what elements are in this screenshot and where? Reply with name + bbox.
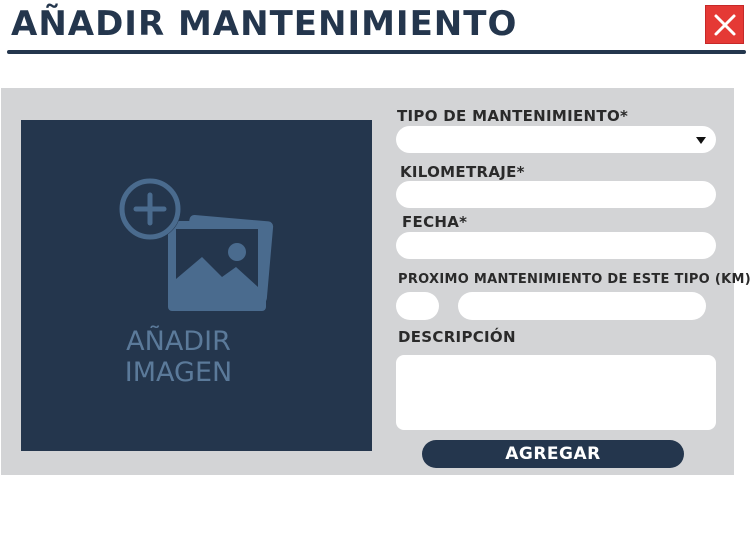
chevron-down-icon [696, 137, 706, 144]
close-icon [714, 14, 735, 35]
proximo-mantenimiento-input-a[interactable] [396, 292, 439, 320]
proximo-mantenimiento-label: PROXIMO MANTENIMIENTO DE ESTE TIPO (KM) [398, 272, 751, 287]
agregar-button[interactable]: AGREGAR [422, 440, 684, 468]
add-image-label-line1: AÑADIR [126, 326, 231, 357]
proximo-mantenimiento-input-b[interactable] [458, 292, 706, 320]
close-button[interactable] [705, 5, 744, 44]
kilometraje-label: KILOMETRAJE* [400, 163, 525, 181]
descripcion-label: DESCRIPCIÓN [398, 328, 516, 346]
add-image-icon [119, 178, 274, 311]
add-image-button[interactable]: AÑADIR IMAGEN [21, 120, 372, 451]
descripcion-textarea[interactable] [396, 355, 716, 430]
add-image-label: AÑADIR IMAGEN [21, 326, 336, 388]
title-divider [7, 50, 746, 54]
tipo-mantenimiento-label: TIPO DE MANTENIMIENTO* [397, 107, 629, 125]
tipo-mantenimiento-select[interactable] [396, 126, 716, 153]
kilometraje-input[interactable] [396, 181, 716, 208]
fecha-label: FECHA* [402, 213, 468, 231]
add-image-label-line2: IMAGEN [124, 357, 233, 388]
fecha-input[interactable] [396, 232, 716, 259]
dialog-title: AÑADIR MANTENIMIENTO [11, 4, 518, 44]
